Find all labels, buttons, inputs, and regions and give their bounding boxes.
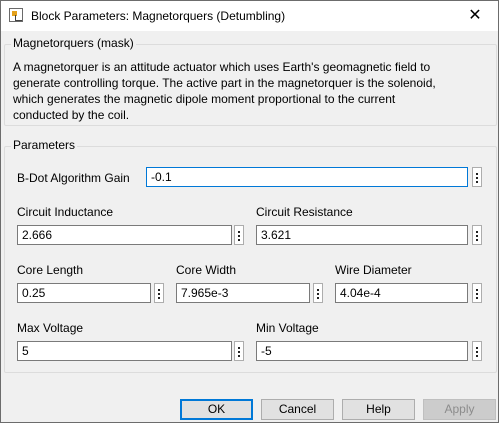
dialog-window: Block Parameters: Magnetorquers (Detumbl… [0, 0, 499, 423]
core-width-label: Core Width [176, 263, 237, 277]
help-button[interactable]: Help [342, 399, 415, 420]
core-length-label: Core Length [17, 263, 84, 277]
core-width-more-button[interactable] [313, 283, 323, 303]
circuit-resistance-field[interactable]: 3.621 [256, 225, 468, 245]
core-width-field[interactable]: 7.965e-3 [176, 283, 310, 303]
bdot-gain-field[interactable]: -0.1 [146, 167, 468, 187]
bdot-gain-more-button[interactable] [472, 167, 482, 187]
bdot-gain-label: B-Dot Algorithm Gain [17, 171, 130, 185]
description-line: A magnetorquer is an attitude actuator w… [13, 60, 431, 74]
circuit-inductance-label: Circuit Inductance [17, 205, 114, 219]
description-line: conducted by the coil. [13, 108, 130, 122]
wire-diameter-more-button[interactable] [472, 283, 482, 303]
block-parameters-icon [9, 8, 23, 22]
min-voltage-field[interactable]: -5 [256, 341, 468, 361]
core-length-field[interactable]: 0.25 [17, 283, 151, 303]
circuit-inductance-more-button[interactable] [234, 225, 244, 245]
apply-button[interactable]: Apply [423, 399, 496, 420]
max-voltage-field[interactable]: 5 [17, 341, 232, 361]
parameters-heading: Parameters [11, 138, 78, 152]
core-length-more-button[interactable] [154, 283, 164, 303]
close-button[interactable]: ✕ [452, 1, 498, 31]
description-line: generate controlling torque. The active … [13, 76, 436, 90]
mask-description: A magnetorquer is an attitude actuator w… [13, 59, 483, 123]
ok-button[interactable]: OK [180, 399, 253, 420]
cancel-button[interactable]: Cancel [261, 399, 334, 420]
window-title: Block Parameters: Magnetorquers (Detumbl… [31, 9, 286, 23]
min-voltage-more-button[interactable] [472, 341, 482, 361]
circuit-inductance-field[interactable]: 2.666 [17, 225, 232, 245]
max-voltage-label: Max Voltage [17, 321, 84, 335]
title-bar[interactable]: Block Parameters: Magnetorquers (Detumbl… [1, 1, 498, 31]
wire-diameter-label: Wire Diameter [335, 263, 412, 277]
circuit-resistance-label: Circuit Resistance [256, 205, 353, 219]
circuit-resistance-more-button[interactable] [472, 225, 482, 245]
description-line: which generates the magnetic dipole mome… [13, 92, 396, 106]
min-voltage-label: Min Voltage [256, 321, 319, 335]
max-voltage-more-button[interactable] [234, 341, 244, 361]
mask-heading: Magnetorquers (mask) [11, 36, 136, 50]
wire-diameter-field[interactable]: 4.04e-4 [335, 283, 468, 303]
